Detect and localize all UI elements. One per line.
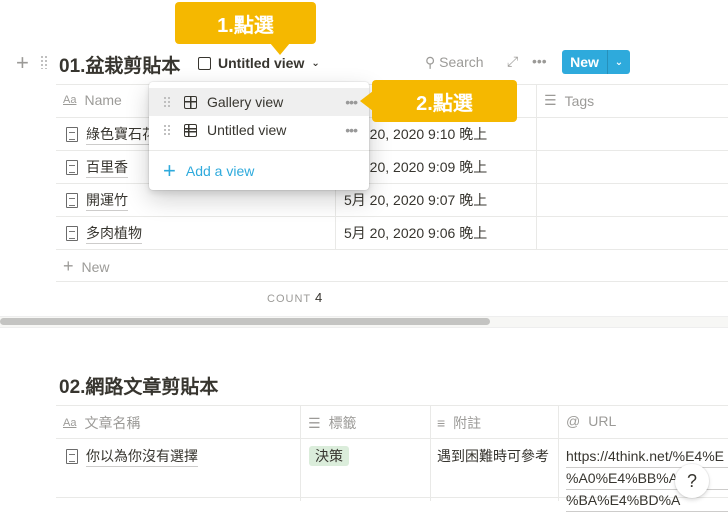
- more-icon[interactable]: •••: [345, 94, 358, 110]
- row-name: 多肉植物: [86, 223, 142, 244]
- column-header-notes[interactable]: ≡ 附註: [437, 413, 481, 433]
- menu-item-label: Untitled view: [207, 122, 287, 138]
- search-button[interactable]: ⚲ Search: [425, 54, 484, 71]
- menu-item-label: Gallery view: [207, 94, 284, 110]
- callout-arrow: [270, 43, 290, 55]
- table-icon: [184, 123, 197, 137]
- text-type-icon: Aa: [63, 417, 77, 429]
- column-label: 附註: [453, 415, 482, 431]
- table-row[interactable]: 開運竹: [66, 190, 128, 211]
- add-view-button[interactable]: + Add a view: [149, 157, 369, 185]
- menu-item-gallery-view[interactable]: Gallery view •••: [149, 88, 369, 116]
- page-icon: [66, 160, 78, 175]
- table-row[interactable]: 多肉植物: [66, 223, 142, 244]
- db2-title[interactable]: 02.網路文章剪貼本: [59, 372, 218, 399]
- view-switcher[interactable]: Untitled view ⌄: [198, 55, 320, 71]
- column-label: 文章名稱: [84, 415, 141, 431]
- row-name: 開運竹: [86, 190, 128, 211]
- row-date[interactable]: 5月 20, 2020 9:06 晚上: [344, 223, 487, 243]
- column-label: URL: [588, 413, 617, 429]
- drag-handle-icon[interactable]: [163, 124, 171, 136]
- more-icon[interactable]: •••: [532, 53, 547, 69]
- new-dropdown-chevron-icon[interactable]: ⌄: [608, 50, 630, 74]
- help-button[interactable]: ?: [675, 464, 709, 498]
- chevron-down-icon: ⌄: [311, 57, 320, 69]
- count-value: 4: [314, 290, 324, 305]
- row-date[interactable]: 5月 20, 2020 9:07 晚上: [344, 190, 487, 210]
- count-footer[interactable]: COUNT 4: [267, 290, 323, 305]
- new-button-group: New ⌄: [562, 50, 630, 74]
- column-header-tags[interactable]: ☰ 標籤: [308, 413, 357, 433]
- more-icon[interactable]: •••: [345, 122, 358, 138]
- list-icon: ☰: [308, 414, 321, 431]
- column-header-tags[interactable]: ☰ Tags: [544, 92, 594, 109]
- callout-arrow: [360, 91, 373, 111]
- plus-icon: +: [63, 256, 74, 276]
- row-name: 百里香: [86, 157, 128, 178]
- column-header-url[interactable]: @ URL: [566, 413, 616, 429]
- column-label: 標籤: [328, 415, 357, 431]
- table-row[interactable]: 綠色寶石花: [66, 124, 156, 145]
- callout-step-1: 1.點選: [175, 2, 316, 44]
- tag-badge[interactable]: 決策: [309, 446, 349, 466]
- text-lines-icon: ≡: [437, 415, 446, 431]
- add-block-icon[interactable]: +: [16, 50, 29, 76]
- column-label: Name: [84, 92, 122, 108]
- list-icon: ☰: [544, 92, 557, 108]
- view-menu: Gallery view ••• Untitled view ••• + Add…: [149, 82, 369, 190]
- row-note[interactable]: 遇到困難時可參考: [437, 446, 549, 466]
- drag-handle-icon[interactable]: [40, 55, 48, 69]
- drag-handle-icon[interactable]: [163, 96, 171, 108]
- add-row-label: New: [81, 258, 110, 275]
- plus-icon: +: [163, 158, 176, 183]
- count-label: COUNT: [267, 293, 311, 305]
- menu-item-untitled-view[interactable]: Untitled view •••: [149, 116, 369, 144]
- url-line: https://4think.net/%E4%E: [566, 446, 728, 468]
- db1-title[interactable]: 01.盆栽剪貼本: [59, 51, 180, 78]
- gallery-icon: [184, 95, 197, 109]
- expand-icon[interactable]: ⤢: [507, 53, 518, 70]
- column-label: Tags: [564, 92, 595, 109]
- add-view-label: Add a view: [185, 163, 255, 179]
- page-icon: [66, 226, 78, 241]
- row-name: 綠色寶石花: [86, 124, 156, 145]
- callout-step-2: 2.點選: [372, 80, 517, 122]
- table-row[interactable]: 你以為你沒有選擇: [66, 446, 198, 467]
- link-icon: @: [566, 413, 581, 429]
- add-row-button[interactable]: + New: [63, 256, 110, 277]
- view-name: Untitled view: [218, 55, 305, 71]
- table-icon: [198, 56, 211, 70]
- table-row[interactable]: 百里香: [66, 157, 128, 178]
- page-icon: [66, 127, 78, 142]
- new-button[interactable]: New: [562, 50, 608, 74]
- column-header-name[interactable]: Aa Name: [63, 92, 122, 108]
- page-icon: [66, 449, 78, 464]
- horizontal-scrollbar[interactable]: [0, 318, 490, 325]
- page-icon: [66, 193, 78, 208]
- row-name: 你以為你沒有選擇: [86, 446, 198, 467]
- column-header-title[interactable]: Aa 文章名稱: [63, 413, 140, 433]
- search-label: Search: [439, 54, 484, 70]
- search-icon: ⚲: [425, 54, 436, 70]
- text-type-icon: Aa: [63, 94, 77, 106]
